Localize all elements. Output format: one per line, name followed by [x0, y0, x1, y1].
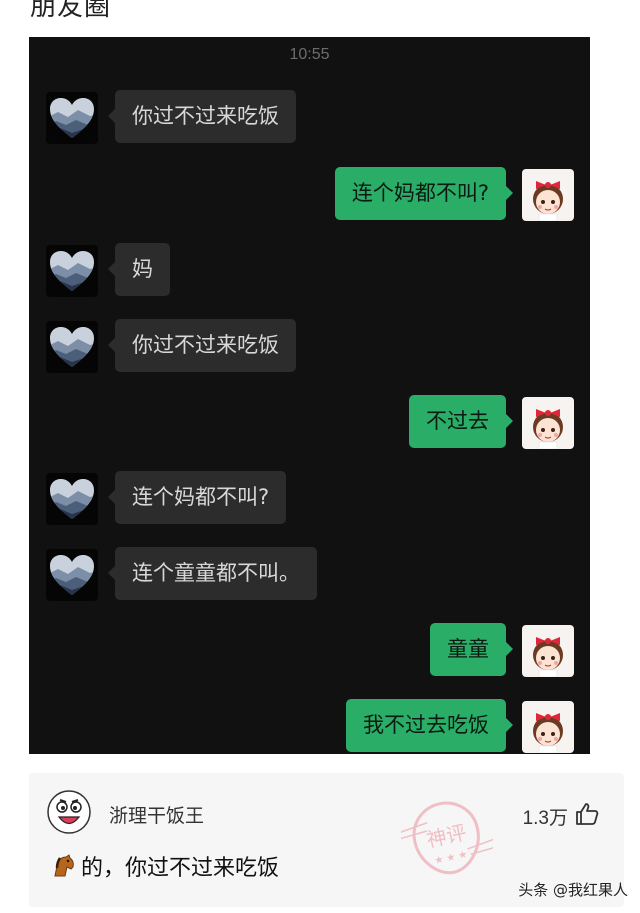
mountain-heart-avatar[interactable]: [46, 549, 98, 601]
horse-emoji-icon: [54, 854, 74, 877]
mountain-heart-avatar[interactable]: [46, 245, 98, 297]
hot-comment-stamp: 神评 ★ ★ ★: [401, 801, 493, 875]
watermark: 头条 @我红果人: [518, 881, 628, 899]
commenter-name[interactable]: 浙理干饭王: [109, 801, 204, 828]
mountain-heart-avatar[interactable]: [46, 473, 98, 525]
mountain-heart-avatar[interactable]: [46, 92, 98, 144]
message-row: 我不过去吃饭: [29, 699, 590, 754]
message-row: 连个妈都不叫?: [29, 167, 590, 223]
svg-text:★ ★ ★: ★ ★ ★: [434, 849, 469, 867]
message-bubble[interactable]: 童童: [430, 623, 513, 676]
girl-avatar[interactable]: [522, 625, 574, 677]
message-row: 你过不过来吃饭: [29, 90, 590, 146]
message-bubble[interactable]: 妈: [108, 243, 170, 296]
timestamp: 10:55: [289, 46, 330, 63]
message-row: 你过不过来吃饭: [29, 319, 590, 375]
message-row: 连个童童都不叫。: [29, 547, 590, 603]
stamp-text: 神评: [424, 820, 468, 852]
thumbs-up-icon[interactable]: [574, 801, 600, 827]
message-bubble[interactable]: 连个童童都不叫。: [108, 547, 317, 600]
message-row: 妈: [29, 243, 590, 299]
commenter-avatar[interactable]: [47, 790, 91, 834]
girl-avatar[interactable]: [522, 701, 574, 753]
comment-text: 的，你过不过来吃饭: [49, 850, 279, 882]
mountain-heart-avatar[interactable]: [46, 321, 98, 373]
message-bubble[interactable]: 连个妈都不叫?: [334, 167, 514, 220]
message-bubble[interactable]: 不过去: [409, 395, 513, 448]
girl-avatar[interactable]: [522, 169, 574, 221]
message-row: 不过去: [29, 395, 590, 451]
message-bubble[interactable]: 我不过去吃饭: [346, 699, 513, 752]
message-bubble[interactable]: 你过不过来吃饭: [108, 319, 296, 372]
like-count: 1.3万: [522, 808, 568, 829]
girl-avatar[interactable]: [522, 397, 574, 449]
page-title: 朋友圈: [30, 0, 112, 22]
message-bubble[interactable]: 你过不过来吃饭: [108, 90, 296, 143]
message-bubble[interactable]: 连个妈都不叫?: [107, 471, 287, 524]
message-row: 童童: [29, 623, 590, 679]
message-row: 连个妈都不叫?: [29, 471, 590, 527]
chat-screenshot: 10:55 你过不过来吃饭 连个妈都不叫? 妈 你过不过来吃饭 不过去 连个妈都…: [29, 37, 590, 754]
comment-body: 的，你过不过来吃饭: [81, 856, 280, 881]
